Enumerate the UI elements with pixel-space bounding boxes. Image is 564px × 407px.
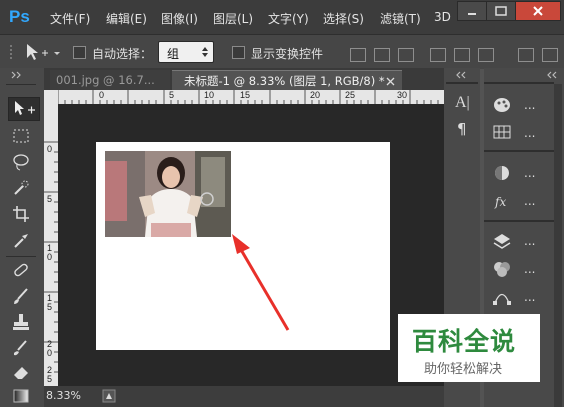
close-button[interactable]	[515, 1, 561, 21]
panel-label: ...	[524, 290, 536, 304]
menu-image[interactable]: 图像(I)	[161, 10, 198, 27]
panel-label: ...	[524, 194, 536, 208]
close-icon	[533, 6, 543, 16]
ruler-label: 30	[397, 90, 408, 100]
color-palette-icon[interactable]	[492, 96, 512, 114]
tab-001-jpg[interactable]: 001.jpg @ 16.7...	[50, 70, 170, 90]
align-horizontal-center-button[interactable]	[454, 48, 470, 62]
baike-watermark: 百科全说 助你轻松解决	[398, 314, 540, 382]
panel-label: ...	[524, 98, 536, 112]
styles-fx-icon[interactable]: fx	[492, 192, 512, 210]
watermark-subtitle: 助你轻松解决	[424, 362, 503, 377]
auto-select-value: 组	[167, 47, 180, 61]
eraser-tool-icon[interactable]	[11, 362, 31, 382]
ruler-label: 25	[345, 90, 356, 100]
paragraph-panel-icon[interactable]: ¶	[457, 120, 467, 138]
menu-type[interactable]: 文字(Y)	[268, 10, 309, 27]
move-tool-icon	[15, 101, 35, 115]
svg-text:fx: fx	[494, 195, 506, 209]
quick-selection-tool-icon[interactable]	[11, 178, 31, 198]
panel-scrollbar[interactable]	[554, 84, 562, 407]
menu-3d[interactable]: 3D	[434, 10, 451, 24]
brush-tool-icon[interactable]	[11, 286, 31, 306]
panel-expand-icon[interactable]	[452, 71, 476, 79]
ruler-label: 10	[204, 90, 215, 100]
paths-icon[interactable]	[492, 288, 512, 306]
ruler-label: 2 5	[47, 365, 53, 384]
annotation-arrow	[232, 234, 290, 331]
minimize-icon	[468, 13, 476, 15]
ruler-label: 0	[47, 144, 53, 154]
panel-collapse-icon[interactable]	[8, 71, 36, 79]
ruler-label: 0	[99, 90, 105, 100]
ruler-label: 2 0	[47, 339, 53, 358]
zoom-level[interactable]: 8.33%	[46, 389, 81, 402]
tab-label: 001.jpg @ 16.7...	[56, 73, 155, 87]
vertical-ruler: 0 5 1 0 1 5 2 0 2 5	[44, 90, 58, 386]
maximize-icon	[495, 6, 507, 16]
watermark-title: 百科全说	[412, 327, 517, 356]
tools-panel	[0, 68, 45, 407]
channels-icon[interactable]	[492, 260, 512, 278]
menu-bar: Ps 文件(F) 编辑(E) 图像(I) 图层(L) 文字(Y) 选择(S) 滤…	[0, 0, 564, 34]
panel-label: ...	[524, 126, 536, 140]
panel-label: ...	[524, 262, 536, 276]
panel-expand-icon[interactable]	[544, 71, 560, 79]
align-top-button[interactable]	[350, 48, 366, 62]
crop-tool-icon[interactable]	[11, 204, 31, 224]
ruler-label: 1 0	[47, 243, 53, 262]
tab-label: 未标题-1 @ 8.33% (图层 1, RGB/8) *	[184, 74, 385, 88]
panel-label: ...	[524, 166, 536, 180]
align-right-button[interactable]	[478, 48, 494, 62]
healing-brush-tool-icon[interactable]	[11, 260, 31, 280]
adjustments-icon[interactable]	[492, 164, 512, 182]
show-transform-checkbox[interactable]	[232, 46, 245, 59]
move-tool-selected[interactable]	[8, 97, 40, 121]
align-vertical-center-button[interactable]	[374, 48, 390, 62]
status-info-icon[interactable]	[102, 389, 116, 403]
show-transform-label: 显示变换控件	[251, 47, 324, 61]
dropdown-arrows-icon	[202, 47, 208, 57]
menu-filter[interactable]: 滤镜(T)	[380, 10, 421, 27]
layers-icon[interactable]	[492, 232, 512, 250]
lasso-tool-icon[interactable]	[11, 152, 31, 172]
menu-select[interactable]: 选择(S)	[323, 10, 364, 27]
distribute-top-button[interactable]	[518, 48, 534, 62]
auto-select-checkbox[interactable]	[73, 46, 86, 59]
auto-select-dropdown[interactable]: 组	[158, 41, 214, 63]
status-bar: 8.33%	[44, 386, 444, 407]
marquee-tool-icon[interactable]	[11, 126, 31, 146]
options-bar: 自动选择： 组 显示变换控件	[0, 34, 564, 69]
maximize-button[interactable]	[486, 1, 516, 21]
photo-image	[105, 151, 231, 237]
close-tab-icon[interactable]	[386, 77, 395, 86]
align-left-button[interactable]	[430, 48, 446, 62]
menu-edit[interactable]: 编辑(E)	[106, 10, 147, 27]
tab-untitled-1[interactable]: 未标题-1 @ 8.33% (图层 1, RGB/8) *	[172, 70, 402, 91]
placed-photo-layer[interactable]	[105, 151, 231, 237]
move-tool-preset-icon[interactable]	[24, 42, 64, 64]
distribute-center-button[interactable]	[542, 48, 558, 62]
grip-icon	[10, 45, 12, 59]
align-bottom-button[interactable]	[398, 48, 414, 62]
auto-select-label: 自动选择：	[92, 47, 153, 61]
swatches-grid-icon[interactable]	[492, 124, 512, 140]
ruler-label: 1 5	[47, 293, 53, 312]
ruler-label: 5	[169, 90, 175, 100]
clone-stamp-tool-icon[interactable]	[11, 312, 31, 332]
eyedropper-tool-icon[interactable]	[11, 230, 31, 250]
menu-layer[interactable]: 图层(L)	[213, 10, 253, 27]
photoshop-logo: Ps	[9, 7, 30, 26]
ruler-label: 15	[240, 90, 251, 100]
character-panel-icon[interactable]: A|	[455, 94, 470, 112]
menu-file[interactable]: 文件(F)	[50, 10, 90, 27]
minimize-button[interactable]	[457, 1, 487, 21]
history-brush-tool-icon[interactable]	[11, 338, 31, 358]
ruler-label: 20	[310, 90, 321, 100]
ruler-label: 5	[47, 194, 53, 204]
panel-label: ...	[524, 234, 536, 248]
horizontal-ruler: 0 5 10 15 20 25 30	[44, 90, 444, 104]
gradient-tool-icon[interactable]	[11, 386, 31, 406]
